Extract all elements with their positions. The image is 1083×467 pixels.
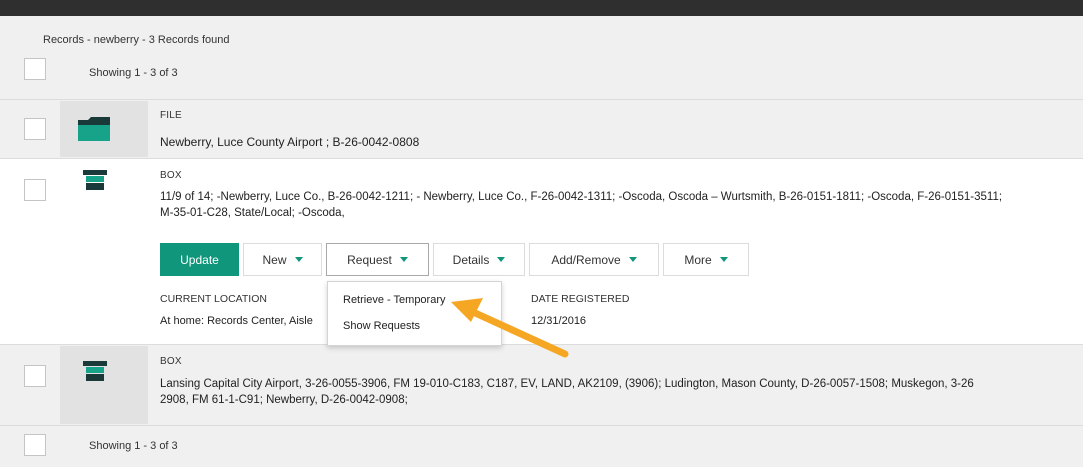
menu-item-retrieve-temporary[interactable]: Retrieve - Temporary — [343, 294, 446, 306]
record-title-line1[interactable]: 11/9 of 14; -Newberry, Luce Co., B-26-00… — [160, 189, 1002, 205]
new-label: New — [262, 252, 287, 267]
box-icon — [83, 361, 107, 388]
record-title-line2[interactable]: M-35-01-C28, State/Local; -Oscoda, — [160, 205, 345, 221]
folder-icon — [77, 116, 111, 145]
more-label: More — [684, 252, 712, 267]
current-location-value: At home: Records Center, Aisle — [160, 315, 313, 327]
add-remove-menu-button[interactable]: Add/Remove — [529, 243, 659, 276]
update-button[interactable]: Update — [160, 243, 239, 276]
results-header: Records - newberry - 3 Records found Sho… — [0, 16, 1083, 99]
pagination-showing-bottom: Showing 1 - 3 of 3 — [89, 440, 178, 452]
add-remove-label: Add/Remove — [551, 252, 621, 267]
chevron-down-icon — [628, 257, 637, 262]
pagination-showing: Showing 1 - 3 of 3 — [89, 67, 178, 79]
details-menu-button[interactable]: Details — [433, 243, 525, 276]
record-title-line2[interactable]: 2908, FM 61-1-C91; Newberry, D-26-0042-0… — [160, 392, 408, 408]
request-label: Request — [347, 252, 392, 267]
record-thumbnail — [60, 160, 148, 342]
request-menu-button[interactable]: Request — [326, 243, 429, 276]
results-summary: Records - newberry - 3 Records found — [43, 34, 230, 46]
update-label: Update — [180, 252, 219, 267]
record-checkbox[interactable] — [24, 179, 46, 201]
record-row[interactable]: FILE Newberry, Luce County Airport ; B-2… — [0, 100, 1083, 158]
box-icon — [83, 170, 107, 197]
chevron-down-icon — [497, 257, 506, 262]
new-menu-button[interactable]: New — [243, 243, 322, 276]
more-menu-button[interactable]: More — [663, 243, 749, 276]
current-location-label: CURRENT LOCATION — [160, 293, 267, 305]
select-all-checkbox-bottom[interactable] — [24, 434, 46, 456]
menu-item-show-requests[interactable]: Show Requests — [343, 320, 420, 332]
chevron-down-icon — [399, 257, 408, 262]
record-thumbnail — [60, 101, 148, 157]
details-label: Details — [452, 252, 490, 267]
record-type: BOX — [160, 356, 182, 367]
annotation-arrow-icon — [451, 298, 569, 358]
record-toolbar: Update New Request Details Add/Remove Mo… — [160, 243, 749, 276]
record-thumbnail — [60, 346, 148, 424]
record-type: FILE — [160, 110, 182, 121]
chevron-down-icon — [719, 257, 728, 262]
top-bar — [0, 0, 1083, 16]
select-all-checkbox[interactable] — [24, 58, 46, 80]
chevron-down-icon — [294, 257, 303, 262]
record-type: BOX — [160, 170, 182, 181]
record-title-line1[interactable]: Lansing Capital City Airport, 3-26-0055-… — [160, 376, 974, 392]
results-footer: Showing 1 - 3 of 3 — [0, 426, 1083, 467]
record-checkbox[interactable] — [24, 118, 46, 140]
record-checkbox[interactable] — [24, 365, 46, 387]
record-title[interactable]: Newberry, Luce County Airport ; B-26-004… — [160, 135, 419, 149]
